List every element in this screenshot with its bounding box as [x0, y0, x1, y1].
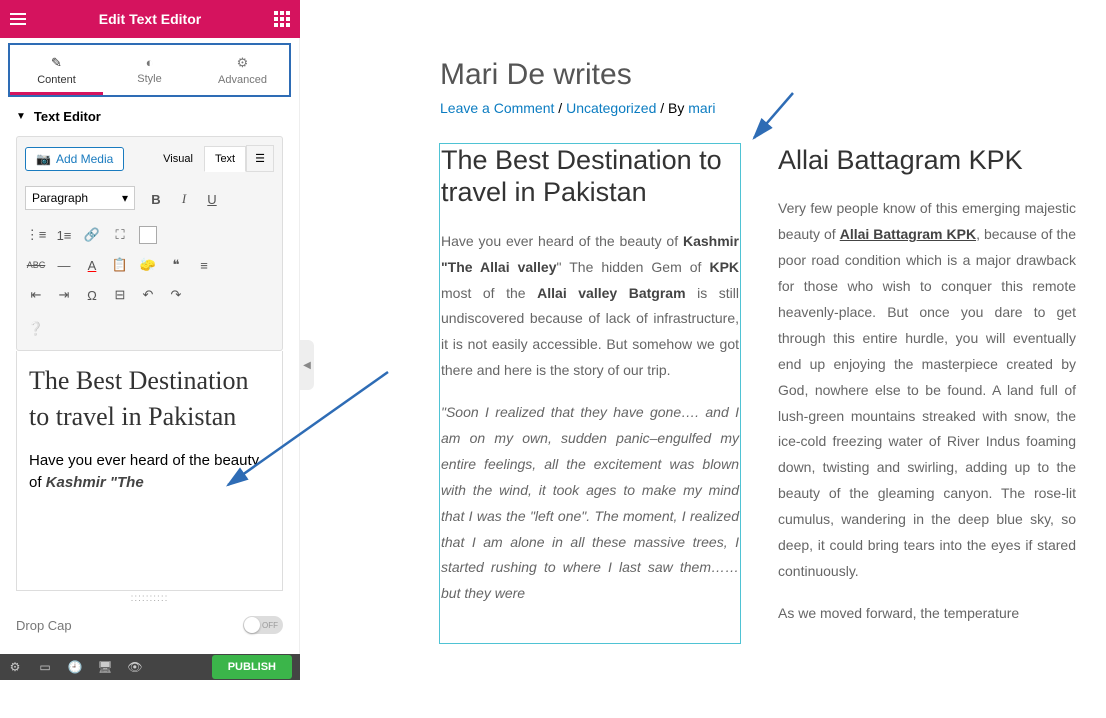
editor-paragraph: Have you ever heard of the beauty of Kas… — [29, 450, 270, 495]
readmore-button[interactable]: ⊟ — [107, 282, 133, 308]
tab-style[interactable]: ◐Style — [103, 45, 196, 95]
section-header[interactable]: ▼ Text Editor — [0, 97, 299, 136]
settings-icon[interactable]: ⚙ — [0, 660, 30, 674]
col1-p1: Have you ever heard of the beauty of Kas… — [441, 229, 739, 384]
drop-cap-row: Drop Cap OFF — [0, 606, 299, 644]
navigator-icon[interactable]: ▭ — [30, 660, 60, 674]
col2-p1: Very few people know of this emerging ma… — [778, 196, 1076, 584]
panel-header: Edit Text Editor — [0, 0, 300, 38]
add-media-button[interactable]: 📷Add Media — [25, 147, 124, 171]
caret-down-icon: ▼ — [16, 111, 26, 122]
editor-heading: The Best Destination to travel in Pakist… — [29, 363, 270, 436]
category-link[interactable]: Uncategorized — [566, 100, 656, 116]
preview-icon[interactable]: 👁 — [120, 660, 150, 674]
tab-advanced[interactable]: ⚙Advanced — [196, 45, 289, 95]
collapse-sidebar-button[interactable]: ◀ — [300, 340, 314, 390]
toolbar-extra-button[interactable]: ☰ — [246, 145, 274, 172]
bold-button[interactable]: B — [143, 186, 169, 212]
col1-heading: The Best Destination to travel in Pakist… — [441, 144, 739, 209]
number-list-button[interactable]: 1≡ — [51, 222, 77, 248]
column-2[interactable]: Allai Battagram KPK Very few people know… — [778, 144, 1076, 643]
link-button[interactable]: 🔗 — [79, 222, 105, 248]
tab-content[interactable]: ✎Content — [10, 45, 103, 95]
content-columns: The Best Destination to travel in Pakist… — [440, 144, 1076, 643]
gear-icon: ⚙ — [237, 55, 249, 71]
post-meta: Leave a Comment / Uncategorized / By mar… — [440, 100, 1076, 116]
sidebar: ✎Content ◐Style ⚙Advanced ▼ Text Editor … — [0, 38, 300, 680]
clear-button[interactable]: 🧽 — [135, 252, 161, 278]
pencil-icon: ✎ — [51, 55, 62, 71]
preview-area: Mari De writes Leave a Comment / Uncateg… — [300, 38, 1106, 718]
col2-p2: As we moved forward, the temperature — [778, 601, 1076, 627]
visual-tab[interactable]: Visual — [152, 146, 204, 172]
specialchar-button[interactable]: Ω — [79, 282, 105, 308]
fullscreen-button[interactable]: ⛶ — [107, 222, 133, 248]
redo-button[interactable]: ↷ — [163, 282, 189, 308]
panel-title: Edit Text Editor — [36, 11, 264, 27]
panel-footer: ⚙ ▭ 🕘 🖥 👁 PUBLISH — [0, 654, 300, 680]
underline-button[interactable]: U — [199, 186, 225, 212]
italic-button[interactable]: I — [171, 186, 197, 212]
align-button[interactable]: ≡ — [191, 252, 217, 278]
col1-p2: "Soon I realized that they have gone…. a… — [441, 400, 739, 607]
text-tab[interactable]: Text — [204, 146, 246, 172]
outdent-button[interactable]: ⇤ — [23, 282, 49, 308]
wysiwyg-toolbar: 📷Add Media Visual Text ☰ Paragraph▾ B I … — [16, 136, 283, 351]
publish-button[interactable]: PUBLISH — [212, 655, 292, 679]
leave-comment-link[interactable]: Leave a Comment — [440, 100, 554, 116]
col2-heading: Allai Battagram KPK — [778, 144, 1076, 176]
media-icon: 📷 — [36, 152, 51, 166]
color-swatch[interactable] — [135, 222, 161, 248]
strikethrough-button[interactable]: ABC — [23, 252, 49, 278]
author-link[interactable]: mari — [688, 100, 715, 116]
paste-button[interactable]: 📋 — [107, 252, 133, 278]
bullet-list-button[interactable]: ⋮≡ — [23, 222, 49, 248]
indent-button[interactable]: ⇥ — [51, 282, 77, 308]
responsive-icon[interactable]: 🖥 — [90, 660, 120, 674]
undo-button[interactable]: ↶ — [135, 282, 161, 308]
menu-icon[interactable] — [0, 0, 36, 38]
history-icon[interactable]: 🕘 — [60, 660, 90, 674]
quote-button[interactable]: ❝ — [163, 252, 189, 278]
resize-handle[interactable]: :::::::::: — [16, 593, 283, 604]
hr-button[interactable]: — — [51, 252, 77, 278]
column-1-selected[interactable]: The Best Destination to travel in Pakist… — [440, 144, 740, 643]
apps-icon[interactable] — [264, 0, 300, 38]
help-button[interactable]: ❔ — [23, 316, 49, 342]
contrast-icon: ◐ — [146, 55, 154, 70]
format-select[interactable]: Paragraph▾ — [25, 186, 135, 210]
drop-cap-toggle[interactable]: OFF — [243, 616, 283, 634]
page-title: Mari De writes — [440, 58, 1076, 92]
textcolor-button[interactable]: A — [79, 252, 105, 278]
chevron-down-icon: ▾ — [122, 191, 128, 205]
editor-tabs: ✎Content ◐Style ⚙Advanced — [8, 43, 291, 97]
text-editor-input[interactable]: The Best Destination to travel in Pakist… — [16, 351, 283, 591]
